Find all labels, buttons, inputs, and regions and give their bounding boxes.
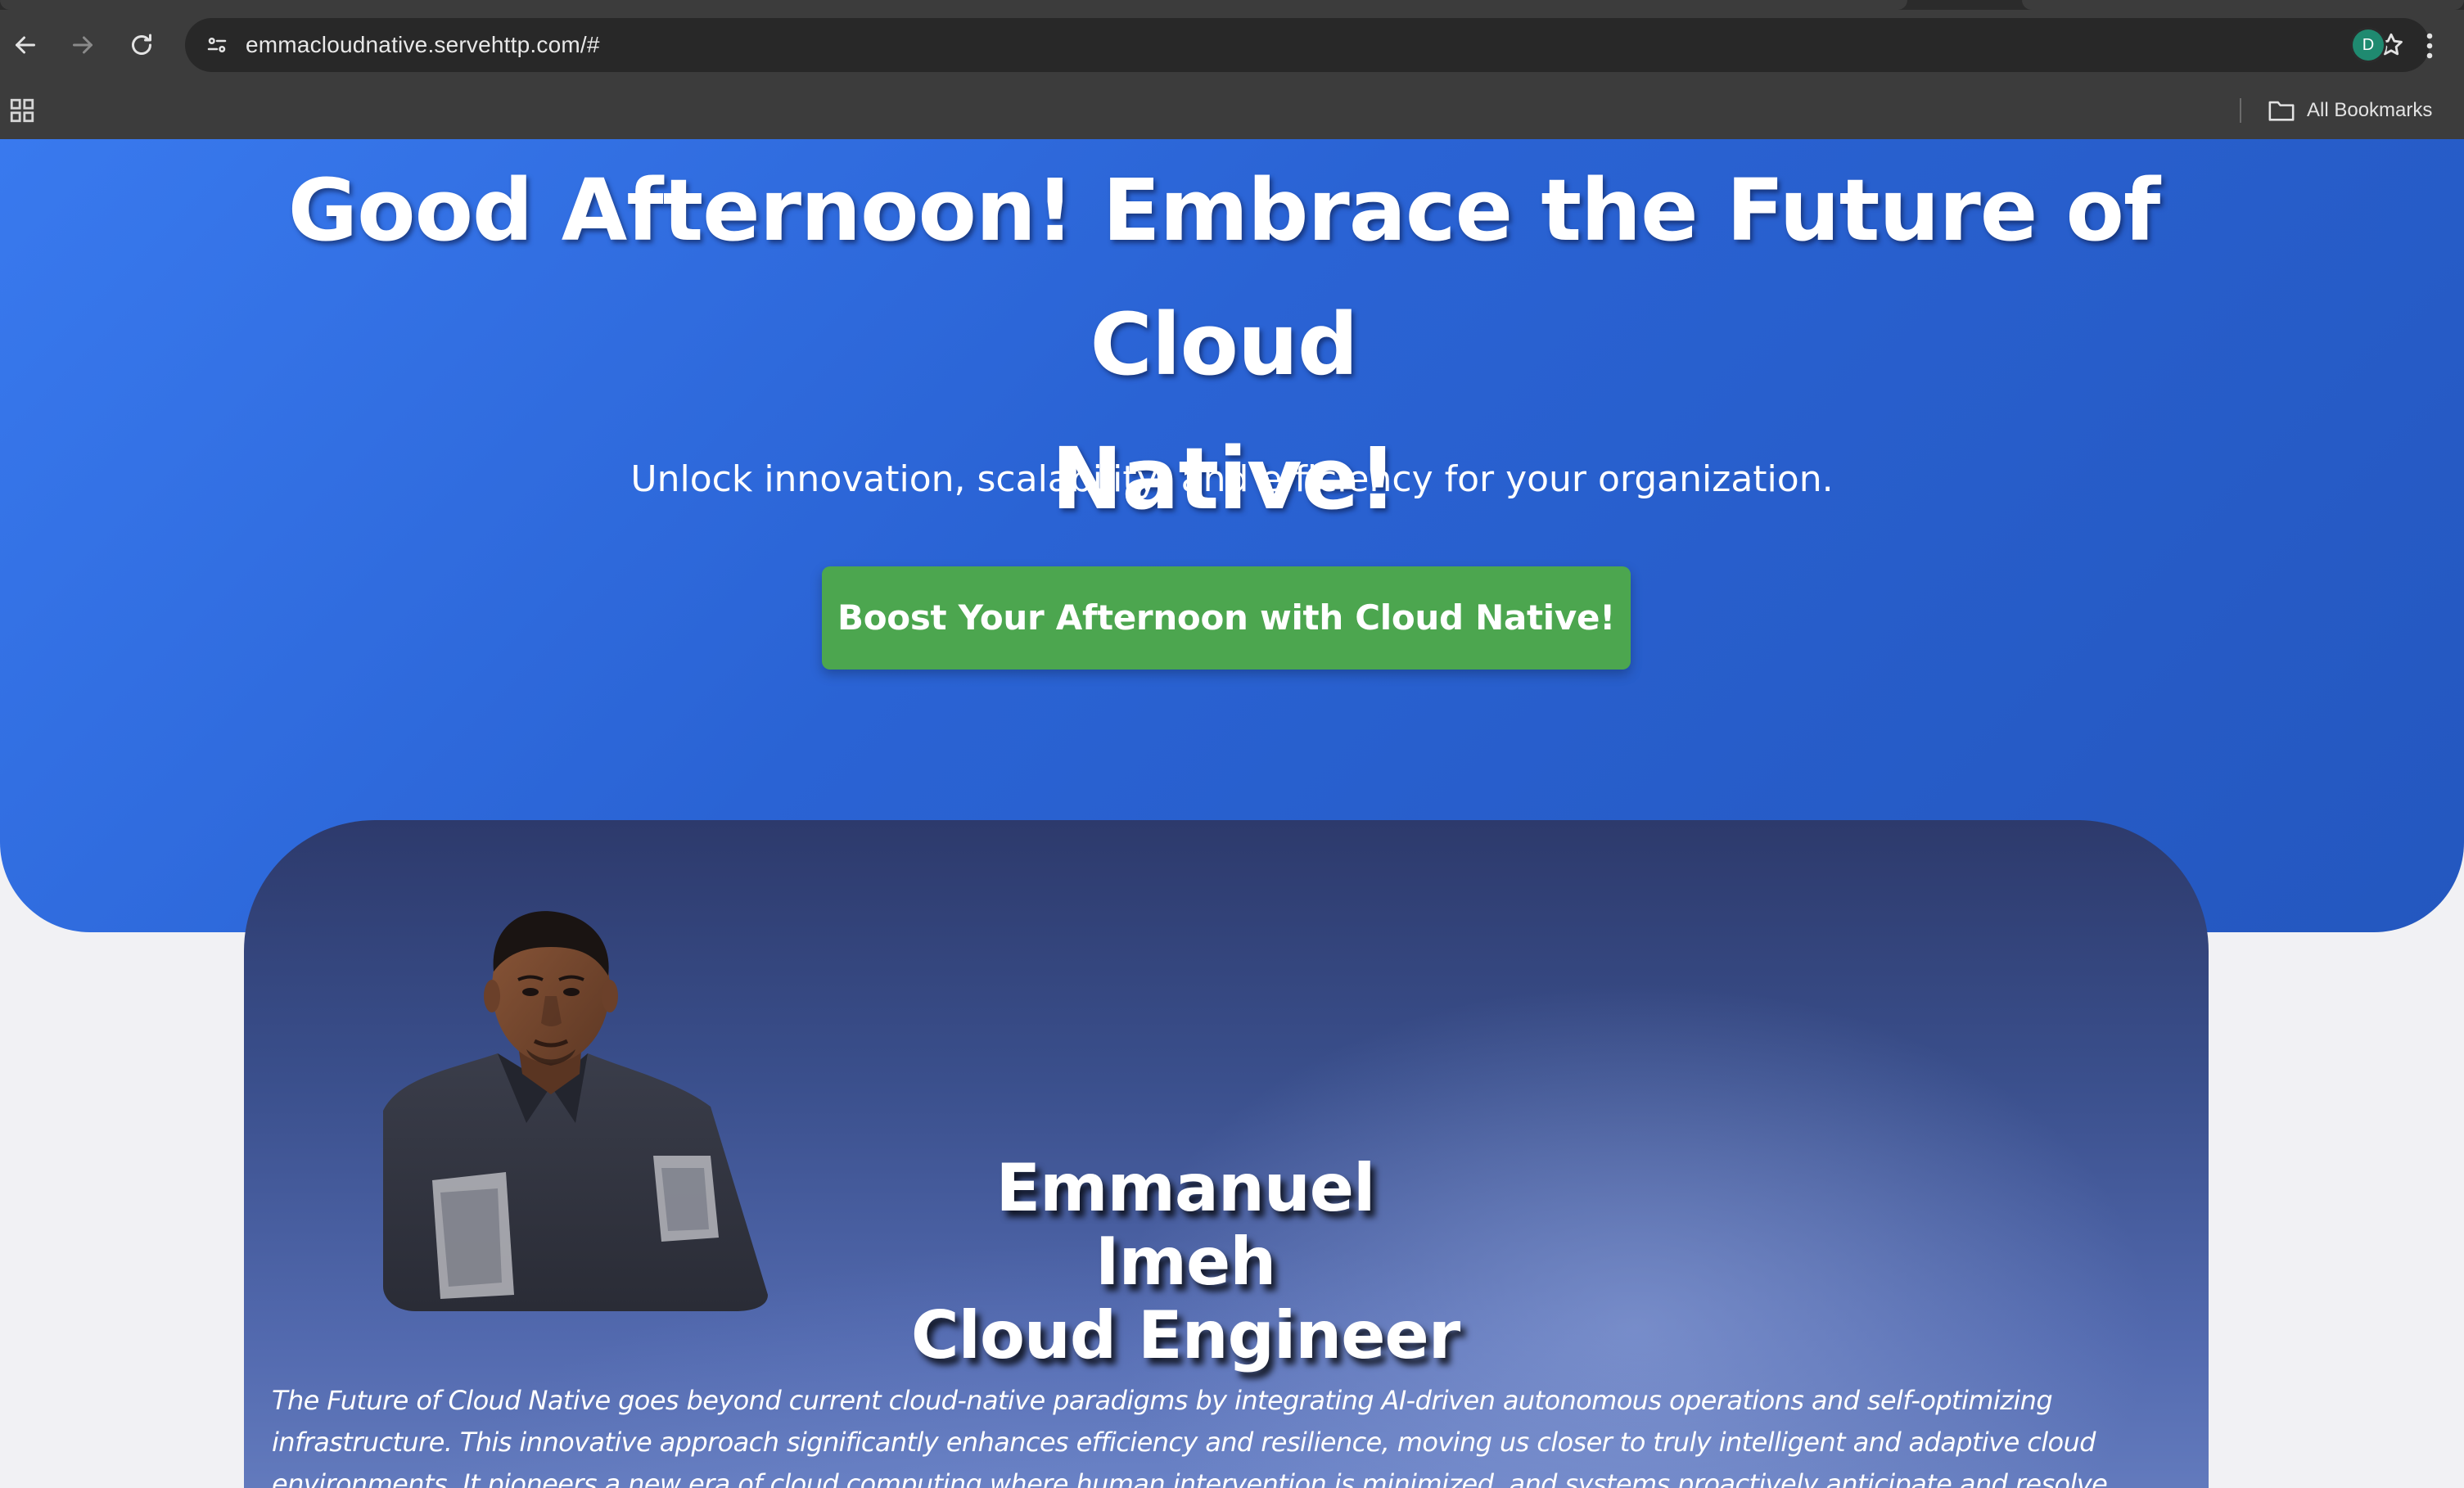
back-arrow-icon	[16, 36, 35, 54]
browser-menu-button[interactable]	[2413, 28, 2446, 64]
profile-card: Emmanuel Imeh Cloud Engineer The Future …	[244, 820, 2209, 1488]
profile-photo	[383, 911, 768, 1311]
hero-title-line-1: Good Afternoon! Embrace the Future of Cl…	[287, 160, 2160, 395]
bookmarks-divider	[2240, 98, 2241, 123]
browser-toolbar: emmacloudnative.servehttp.com/# D	[0, 10, 2464, 80]
reload-button[interactable]	[123, 26, 160, 64]
profile-role: Cloud Engineer	[910, 1297, 1460, 1373]
forward-arrow-icon	[73, 36, 93, 54]
site-info-button[interactable]	[198, 26, 236, 64]
tab-strip	[0, 0, 2464, 10]
hero-section: Good Afternoon! Embrace the Future of Cl…	[0, 139, 2464, 932]
all-bookmarks-label: All Bookmarks	[2307, 99, 2433, 121]
inactive-tab[interactable]	[2022, 0, 2464, 10]
back-button[interactable]	[7, 26, 44, 64]
address-bar[interactable]: emmacloudnative.servehttp.com/#	[185, 18, 2430, 72]
profile-description: The Future of Cloud Native goes beyond c…	[272, 1385, 2108, 1488]
page-viewport: Good Afternoon! Embrace the Future of Cl…	[0, 139, 2464, 1488]
browser-chrome: emmacloudnative.servehttp.com/# D All Bo…	[0, 0, 2464, 139]
hero-subtitle: Unlock innovation, scalability, and effi…	[630, 458, 1834, 500]
bookmarks-bar: All Bookmarks	[0, 82, 2464, 139]
profile-name: Emmanuel Imeh	[995, 1150, 1376, 1300]
url-text[interactable]: emmacloudnative.servehttp.com/#	[246, 18, 600, 72]
forward-button[interactable]	[64, 26, 102, 64]
site-info-icon	[207, 38, 227, 53]
profile-avatar[interactable]: D	[2353, 29, 2384, 61]
all-bookmarks-button[interactable]: All Bookmarks	[2268, 93, 2432, 128]
reload-icon	[132, 34, 151, 55]
apps-grid-icon[interactable]	[8, 97, 36, 124]
cta-button[interactable]: Boost Your Afternoon with Cloud Native!	[822, 566, 1631, 670]
kebab-menu-icon	[2426, 33, 2433, 59]
profile-name-heading: Emmanuel Imeh Cloud Engineer	[899, 1152, 1472, 1373]
active-tab[interactable]	[0, 0, 1907, 10]
folder-icon	[2268, 101, 2295, 121]
